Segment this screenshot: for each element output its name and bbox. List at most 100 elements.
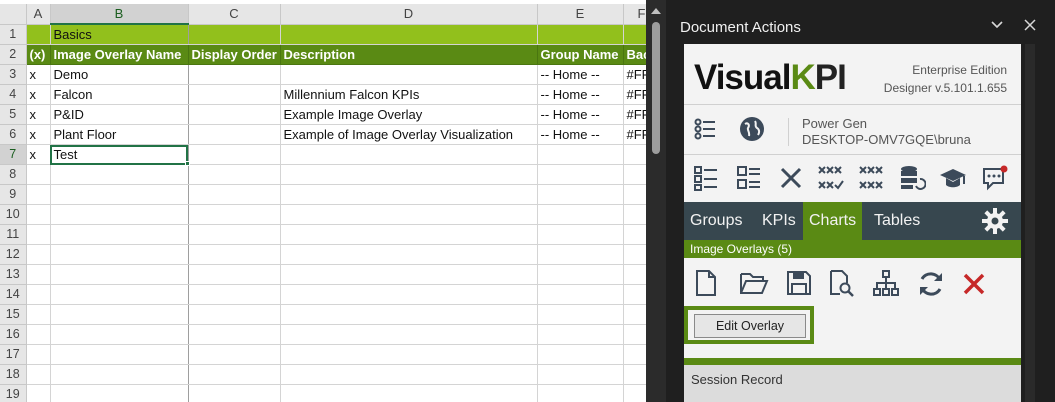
cell-name[interactable]: Falcon <box>50 84 189 105</box>
open-folder-icon[interactable] <box>739 269 769 302</box>
multi-x-icon[interactable] <box>857 164 885 197</box>
database-refresh-icon[interactable] <box>898 164 927 197</box>
cell[interactable] <box>537 184 624 205</box>
cell[interactable] <box>280 284 538 305</box>
row-number[interactable]: 14 <box>0 284 27 305</box>
cell[interactable] <box>188 244 281 265</box>
cell[interactable] <box>26 224 51 245</box>
cell-x[interactable]: x <box>26 104 51 125</box>
cell-name-selected[interactable]: Test <box>50 144 189 165</box>
row-number[interactable]: 18 <box>0 364 27 385</box>
search-document-icon[interactable] <box>827 269 855 302</box>
row-number[interactable]: 19 <box>0 384 27 402</box>
row-number[interactable]: 9 <box>0 184 27 205</box>
select-all-corner[interactable] <box>0 4 27 25</box>
cell[interactable] <box>280 384 538 402</box>
cell[interactable] <box>50 324 189 345</box>
sheet-vertical-scrollbar[interactable] <box>646 0 666 402</box>
cell[interactable] <box>280 184 538 205</box>
cell-group[interactable]: -- Home -- <box>537 124 624 145</box>
cell[interactable] <box>623 304 646 325</box>
delete-icon[interactable] <box>962 272 986 301</box>
cell[interactable] <box>26 324 51 345</box>
cell[interactable] <box>623 204 646 225</box>
cell[interactable] <box>188 24 281 45</box>
row-number[interactable]: 11 <box>0 224 27 245</box>
tab-kpis[interactable]: KPIs <box>756 202 802 240</box>
cell-description[interactable] <box>280 144 538 165</box>
cell-background[interactable]: #FF <box>623 64 646 85</box>
column-header-a[interactable]: A <box>26 4 51 25</box>
cell[interactable] <box>188 304 281 325</box>
cell[interactable] <box>623 224 646 245</box>
cell-x[interactable]: x <box>26 144 51 165</box>
tab-groups[interactable]: Groups <box>684 202 748 240</box>
multi-check-icon[interactable] <box>816 164 844 197</box>
list-icon[interactable] <box>692 115 720 148</box>
cell[interactable] <box>50 204 189 225</box>
cell[interactable] <box>50 164 189 185</box>
cell[interactable] <box>26 24 51 45</box>
cell[interactable] <box>623 24 646 45</box>
cell[interactable] <box>623 384 646 402</box>
cell[interactable] <box>50 284 189 305</box>
tab-charts[interactable]: Charts <box>803 202 863 240</box>
row-number[interactable]: 1 <box>0 24 27 45</box>
cell[interactable] <box>26 244 51 265</box>
row-number[interactable]: 12 <box>0 244 27 265</box>
cell-order[interactable] <box>188 144 281 165</box>
cell[interactable] <box>280 24 538 45</box>
column-heading-name[interactable]: Image Overlay Name <box>50 44 189 65</box>
cell[interactable] <box>188 224 281 245</box>
cell-group[interactable] <box>537 144 624 165</box>
cell[interactable] <box>280 224 538 245</box>
cell[interactable] <box>623 264 646 285</box>
cell-group[interactable]: -- Home -- <box>537 64 624 85</box>
cell[interactable] <box>537 344 624 365</box>
cell[interactable] <box>26 184 51 205</box>
column-heading-description[interactable]: Description <box>280 44 538 65</box>
row-number[interactable]: 4 <box>0 84 27 105</box>
cell[interactable] <box>280 304 538 325</box>
column-header-b[interactable]: B <box>50 4 189 25</box>
row-number[interactable]: 15 <box>0 304 27 325</box>
cell-order[interactable] <box>188 124 281 145</box>
scrollbar-thumb[interactable] <box>652 22 660 154</box>
cell[interactable] <box>50 264 189 285</box>
cell[interactable] <box>623 344 646 365</box>
cell[interactable] <box>280 264 538 285</box>
cell-background[interactable]: #FF <box>623 104 646 125</box>
fill-handle[interactable] <box>185 161 190 166</box>
cell[interactable] <box>537 284 624 305</box>
settings-gear-icon[interactable] <box>981 207 1009 240</box>
cell[interactable] <box>537 24 624 45</box>
cell[interactable] <box>623 364 646 385</box>
cell-background[interactable] <box>623 144 646 165</box>
cell-x[interactable]: x <box>26 64 51 85</box>
cell[interactable] <box>280 324 538 345</box>
cell[interactable] <box>188 264 281 285</box>
cell[interactable] <box>188 184 281 205</box>
cell[interactable] <box>26 344 51 365</box>
cell[interactable] <box>50 244 189 265</box>
cell[interactable] <box>537 364 624 385</box>
cell-description[interactable]: Example of Image Overlay Visualization <box>280 124 538 145</box>
row-number[interactable]: 13 <box>0 264 27 285</box>
session-record-header[interactable]: Session Record <box>684 365 1021 402</box>
cell[interactable] <box>50 304 189 325</box>
tab-tables[interactable]: Tables <box>868 202 926 240</box>
chat-notification-icon[interactable] <box>981 164 1009 197</box>
row-number[interactable]: 16 <box>0 324 27 345</box>
row-number[interactable]: 7 <box>0 144 27 165</box>
row-number[interactable]: 5 <box>0 104 27 125</box>
globe-icon[interactable] <box>738 115 766 148</box>
cell-background[interactable]: #FF <box>623 124 646 145</box>
pane-close-icon[interactable] <box>1023 18 1037 36</box>
cell-name[interactable]: Plant Floor <box>50 124 189 145</box>
cell-order[interactable] <box>188 64 281 85</box>
cell-order[interactable] <box>188 104 281 125</box>
close-x-icon[interactable] <box>777 164 805 197</box>
cell[interactable] <box>623 164 646 185</box>
basics-label-cell[interactable]: Basics <box>50 24 189 45</box>
cell-group[interactable]: -- Home -- <box>537 84 624 105</box>
